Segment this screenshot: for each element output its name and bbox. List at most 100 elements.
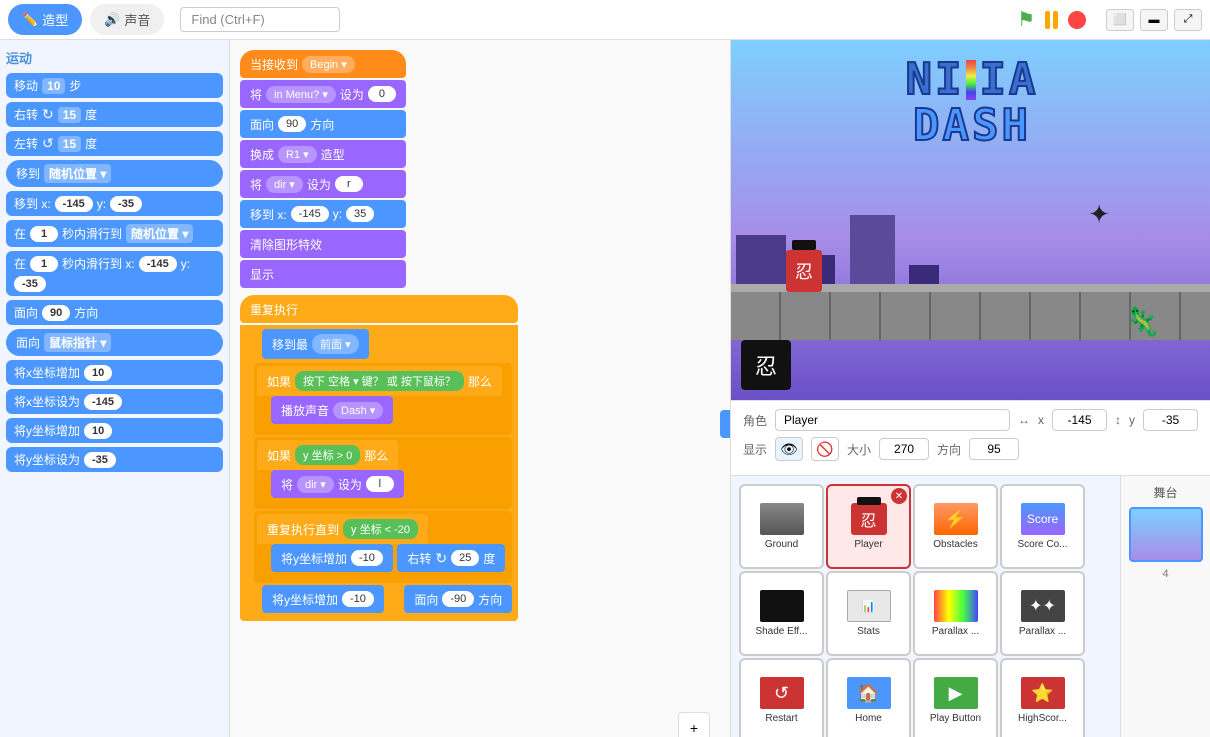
sprite-label-playbutton: Play Button (930, 713, 981, 724)
block-set-dir[interactable]: 将 dir ▾ 设为 r (240, 170, 406, 198)
block-go-to-xy[interactable]: 移到 x: -145 y: 35 (240, 200, 406, 228)
block-face-dir2[interactable]: 面向 -90 方向 (404, 585, 512, 613)
y-coord-field[interactable] (1143, 409, 1198, 431)
x-label: x (1038, 413, 1044, 427)
sprite-card-parallax2[interactable]: ✦✦ Parallax ... (1000, 571, 1085, 656)
stage-image: N I I A D A S H (731, 40, 1210, 400)
block-if-y[interactable]: 如果 y 坐标 > 0 那么 (257, 440, 398, 470)
fullscreen-icon[interactable]: ⤢ (1174, 9, 1202, 31)
set-y-block[interactable]: 将y坐标设为 -35 (6, 447, 223, 472)
sprite-label-restart: Restart (765, 713, 797, 724)
sprite-card-home[interactable]: 🏠 Home (826, 658, 911, 737)
stop-button[interactable] (1068, 11, 1086, 29)
block-if-key[interactable]: 如果 按下 空格 ▾ 键？ 或 按下鼠标？ 那么 (257, 366, 502, 396)
stack-controls: + − ≡ (678, 712, 710, 737)
script-stack-begin: 当接收到 Begin ▾ 将 in Menu? ▾ 设为 0 面向 90 方向 … (240, 50, 406, 288)
sprite-label-player: Player (854, 539, 882, 550)
shape-icon: ✏️ (22, 12, 38, 28)
move-to-xy-block[interactable]: 移到 x: -145 y: -35 (6, 191, 223, 216)
split-view-icon[interactable]: ⬜ (1106, 9, 1134, 31)
top-toolbar: ✏️ 造型 🔊 声音 Find (Ctrl+F) ⚑ ⬜ ▬ ⤢ (0, 0, 1210, 40)
category-title: 运动 (6, 48, 223, 67)
sprite-label-score: Score Co... (1017, 539, 1067, 550)
script-stack-repeat: 重复执行 移到最 前面 ▾ 如果 按下 空格 ▾ 键？ 或 按下鼠标？ 那么 (240, 295, 518, 621)
stage-panel-label: 舞台 (1153, 484, 1177, 501)
show-label: 显示 (743, 441, 767, 458)
stage-column: 舞台 4 (1120, 476, 1210, 737)
tab-shape[interactable]: ✏️ 造型 (8, 4, 82, 35)
block-play-sound[interactable]: 播放声音 Dash ▾ (271, 396, 393, 424)
block-forever[interactable]: 重复执行 (240, 295, 518, 323)
sprite-label-stats: Stats (857, 626, 880, 637)
sprite-card-shade[interactable]: Shade Eff... (739, 571, 824, 656)
block-change-y2[interactable]: 将y坐标增加 -10 (262, 585, 384, 613)
green-flag-button[interactable]: ⚑ (1017, 7, 1035, 32)
sprite-name-label: 角色 (743, 412, 767, 429)
block-clear-effects[interactable]: 清除图形特效 (240, 230, 406, 258)
set-x-block[interactable]: 将x坐标设为 -145 (6, 389, 223, 414)
view-icons: ⬜ ▬ ⤢ (1106, 9, 1202, 31)
sprite-card-player[interactable]: ✕ 忍 Player (826, 484, 911, 569)
change-x-block[interactable]: 将x坐标增加 10 (6, 360, 223, 385)
block-set-dir2[interactable]: 将 dir ▾ 设为 l (271, 470, 404, 498)
sprite-card-score[interactable]: Score Score Co... (1000, 484, 1085, 569)
glide-xy-block[interactable]: 在 1 秒内滑行到 x: -145 y: -35 (6, 251, 223, 296)
sprite-card-playbutton[interactable]: ▶ Play Button (913, 658, 998, 737)
sprite-label-home: Home (855, 713, 882, 724)
turn-left-block[interactable]: 左转 ↺ 15 度 (6, 131, 223, 156)
face-pointer-block[interactable]: 面向 鼠标指针 ▾ (6, 329, 223, 356)
find-box[interactable]: Find (Ctrl+F) (180, 7, 340, 32)
sprite-card-obstacles[interactable]: ⚡ Obstacles (913, 484, 998, 569)
sprite-grid: Ground ✕ 忍 Player ⚡ Obstacles Score Scor… (731, 476, 1120, 737)
sprite-card-stats[interactable]: 📊 Stats (826, 571, 911, 656)
right-panel: N I I A D A S H (730, 40, 1210, 737)
sprite-card-restart[interactable]: ↺ Restart (739, 658, 824, 737)
change-y-block[interactable]: 将y坐标增加 10 (6, 418, 223, 443)
pause-bar-left (1045, 11, 1050, 29)
show-button[interactable]: 👁 (775, 437, 803, 461)
sprite-label-shade: Shade Eff... (755, 626, 807, 637)
size-field[interactable] (879, 438, 929, 460)
blocks-sidebar: 运动 移动 10 步 右转 ↻ 15 度 左转 ↺ 15 度 移到 随机位置 ▾… (0, 40, 230, 737)
pause-button[interactable] (1045, 11, 1058, 29)
sprite-info-row2: 显示 👁 🚫 大小 方向 (743, 437, 1198, 461)
block-go-front[interactable]: 移到最 前面 ▾ (262, 329, 369, 359)
sprite-label-parallax2: Parallax ... (1019, 626, 1066, 637)
block-show[interactable]: 显示 (240, 260, 406, 288)
hide-button[interactable]: 🚫 (811, 437, 839, 461)
stage-preview: N I I A D A S H (731, 40, 1210, 400)
block-repeat-until[interactable]: 重复执行直到 y 坐标 < -20 (257, 514, 428, 544)
move-block[interactable]: 移动 10 步 (6, 73, 223, 98)
sprite-label-parallax1: Parallax ... (932, 626, 979, 637)
bg-count: 4 (1162, 568, 1168, 580)
dir-field[interactable] (969, 438, 1019, 460)
turn-right-block[interactable]: 右转 ↻ 15 度 (6, 102, 223, 127)
move-to-random-block[interactable]: 移到 随机位置 ▾ (6, 160, 223, 187)
x-coord-label: ↔ (1018, 413, 1030, 427)
dir-label: 方向 (937, 441, 961, 458)
stage-left-icon[interactable]: ▬ (1140, 9, 1168, 31)
block-switch-costume[interactable]: 换成 R1 ▾ 造型 (240, 140, 406, 168)
sound-icon: 🔊 (104, 12, 120, 28)
block-when-receive[interactable]: 当接收到 Begin ▾ (240, 50, 406, 78)
sprite-card-highscore[interactable]: ⭐ HighScor... (1000, 658, 1085, 737)
delete-badge-player[interactable]: ✕ (891, 488, 907, 504)
x-coord-field[interactable] (1052, 409, 1107, 431)
block-change-y1[interactable]: 将y坐标增加 -10 (271, 544, 393, 572)
face-direction-block[interactable]: 面向 90 方向 (6, 300, 223, 325)
block-set-var[interactable]: 将 in Menu? ▾ 设为 0 (240, 80, 406, 108)
code-area: 当接收到 Begin ▾ 将 in Menu? ▾ 设为 0 面向 90 方向 … (230, 40, 730, 737)
sprite-card-parallax1[interactable]: Parallax ... (913, 571, 998, 656)
tab-sound[interactable]: 🔊 声音 (90, 4, 164, 35)
stage-thumbnail[interactable] (1129, 507, 1203, 562)
sprite-card-ground[interactable]: Ground (739, 484, 824, 569)
zoom-in-btn[interactable]: + (678, 712, 710, 737)
block-turn-right[interactable]: 右转 ↻ 25 度 (397, 544, 505, 572)
sprite-info-row1: 角色 ↔ x ↕ y (743, 409, 1198, 431)
sprite-label-highscore: HighScor... (1018, 713, 1067, 724)
sprite-label-ground: Ground (765, 539, 798, 550)
block-face-direction[interactable]: 面向 90 方向 (240, 110, 406, 138)
floating-block-turn-left[interactable]: 左转 ↺ 25 度 (720, 410, 730, 438)
glide-random-block[interactable]: 在 1 秒内滑行到 随机位置 ▾ (6, 220, 223, 247)
sprite-name-field[interactable] (775, 409, 1010, 431)
